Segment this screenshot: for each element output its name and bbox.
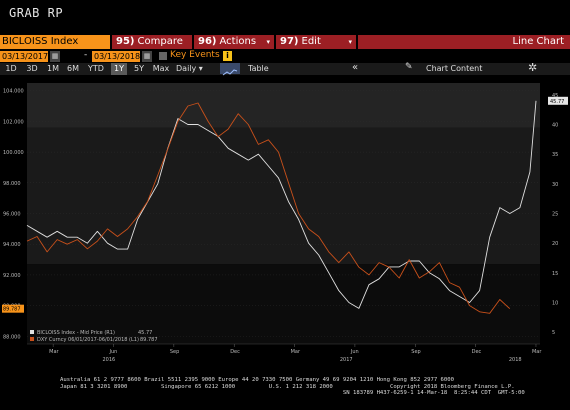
edit-number: 97) [280, 36, 299, 47]
period-1d[interactable]: 1D [3, 63, 19, 75]
right-axis-tick: 20 [552, 241, 558, 247]
footer-line-2: Japan 81 3 3201 8900 Singapore 65 6212 1… [60, 383, 515, 390]
start-date-field[interactable]: 03/13/2017 [0, 51, 48, 62]
date-range-separator: - [84, 50, 88, 60]
chart-type-label: Line Chart [512, 36, 565, 47]
actions-label: Actions [219, 36, 257, 47]
gear-icon[interactable]: ✲ [528, 61, 537, 74]
dxy-last-value-text: 89.787 [3, 307, 21, 313]
period-3d[interactable]: 3D [24, 63, 40, 75]
periodicity-dropdown[interactable]: Daily ▾ [176, 63, 203, 75]
info-icon[interactable]: i [223, 51, 232, 61]
chevron-down-icon: ▾ [348, 38, 352, 46]
chart-content-button[interactable]: Chart Content [426, 63, 482, 75]
calendar-icon[interactable]: ▦ [50, 51, 60, 62]
period-1m[interactable]: 1M [45, 63, 61, 75]
edit-label: Edit [301, 36, 321, 47]
chart-type-selector[interactable]: Line Chart [358, 35, 570, 49]
legend-swatch [30, 330, 34, 334]
left-axis-tick: 92.000 [3, 273, 21, 279]
x-month-tick: Mar [291, 349, 301, 355]
left-axis-tick: 98.000 [3, 181, 21, 187]
left-axis-tick: 88.000 [3, 334, 21, 340]
footer-contact-info: Australia 61 2 9777 8600 Brazil 5511 239… [60, 377, 525, 397]
x-year-tick: 2016 [102, 357, 115, 363]
plot-band-middle [27, 127, 540, 265]
right-axis-tick: 10 [552, 300, 558, 306]
key-events-checkbox[interactable] [159, 52, 167, 60]
x-month-tick: Dec [472, 349, 482, 355]
ticker-field[interactable]: BICLOISS Index [0, 35, 110, 49]
pencil-icon[interactable]: ✎ [405, 62, 413, 72]
compare-number: 95) [116, 36, 135, 47]
period-ytd[interactable]: YTD [86, 63, 106, 75]
bicloiss-last-value-text: 45.77 [550, 99, 564, 105]
plot-band-top [27, 83, 540, 128]
x-month-tick: Dec [230, 349, 240, 355]
right-axis-tick: 40 [552, 123, 558, 129]
legend-last-value: 45.77 [138, 330, 152, 336]
left-axis-tick: 102.000 [3, 119, 24, 125]
period-6m[interactable]: 6M [65, 63, 81, 75]
legend-last-value: 89.787 [140, 337, 158, 343]
footer-line-3: SN 183789 H437-6259-1 14-Mar-18 8:25:44 … [60, 390, 525, 397]
right-axis-tick: 15 [552, 271, 558, 277]
compare-button[interactable]: 95) Compare [112, 35, 192, 49]
x-month-tick: Sep [170, 349, 179, 355]
left-axis-tick: 96.000 [3, 212, 21, 218]
right-axis-tick: 35 [552, 152, 558, 158]
chart-area[interactable]: 104.000 102.000 100.000 98.000 96.000 94.000 9… [0, 76, 570, 374]
actions-button[interactable]: 96) Actions ▾ [194, 35, 274, 49]
right-axis-tick: 25 [552, 212, 558, 218]
right-axis-tick: 5 [552, 330, 555, 336]
x-year-tick: 2018 [509, 357, 522, 363]
x-month-tick: Mar [49, 349, 59, 355]
line-chart-icon[interactable] [220, 63, 240, 76]
left-axis-tick: 94.000 [3, 242, 21, 248]
double-chevron-left-icon[interactable]: « [352, 62, 358, 73]
period-5y[interactable]: 5Y [131, 63, 147, 75]
key-events-label: Key Events [170, 50, 220, 60]
period-1y[interactable]: 1Y [111, 63, 127, 75]
x-month-tick: Mar [532, 349, 542, 355]
actions-number: 96) [198, 36, 217, 47]
legend-swatch [30, 337, 34, 341]
left-axis-tick: 104.000 [3, 89, 24, 95]
left-axis-tick: 100.000 [3, 150, 24, 156]
table-button[interactable]: Table [248, 63, 269, 75]
footer-line-1: Australia 61 2 9777 8600 Brazil 5511 239… [60, 377, 455, 383]
x-month-tick: Jun [109, 349, 118, 355]
calendar-icon[interactable]: ▦ [142, 51, 152, 62]
legend-series-name: BICLOISS Index - Mid Price (R1) [37, 330, 115, 336]
right-axis-tick: 30 [552, 182, 558, 188]
legend-series-name: DXY Curncy 06/01/2017-06/01/2018 (L1) [37, 337, 139, 343]
compare-label: Compare [137, 36, 183, 47]
end-date-field[interactable]: 03/13/2018 [92, 51, 140, 62]
period-max[interactable]: Max [150, 63, 172, 75]
x-month-tick: Sep [411, 349, 420, 355]
chevron-down-icon: ▾ [266, 38, 270, 46]
x-month-tick: Jun [350, 349, 359, 355]
x-year-tick: 2017 [340, 357, 353, 363]
screen-title: GRAB RP [9, 6, 64, 20]
edit-button[interactable]: 97) Edit ▾ [276, 35, 356, 49]
